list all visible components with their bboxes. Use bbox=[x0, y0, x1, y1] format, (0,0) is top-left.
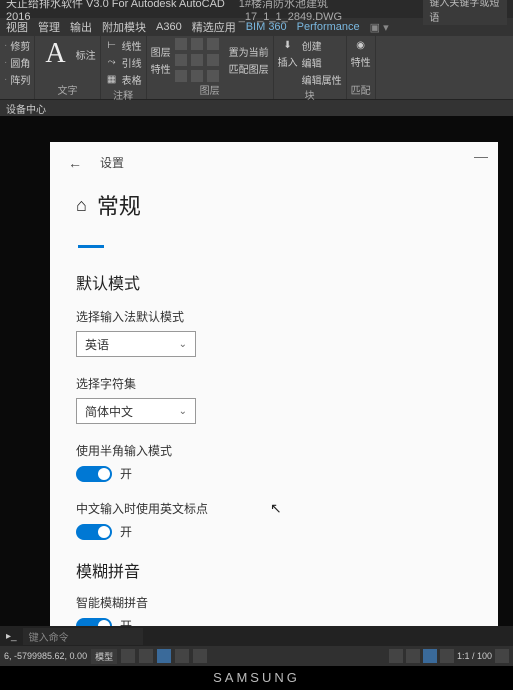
smart-fuzzy-toggle[interactable] bbox=[76, 618, 112, 627]
set-current-button[interactable]: 置为当前 bbox=[229, 44, 269, 59]
default-mode-label: 选择输入法默认模式 bbox=[76, 308, 472, 325]
fillet-button[interactable]: ·圆角 bbox=[4, 55, 30, 70]
minimize-icon[interactable]: — bbox=[474, 148, 488, 164]
section-fuzzy-pinyin: 模糊拼音 bbox=[76, 558, 472, 582]
props-button[interactable]: 特性 bbox=[151, 61, 171, 76]
array-button[interactable]: ·阵列 bbox=[4, 72, 30, 87]
gear-icon[interactable] bbox=[495, 649, 509, 663]
properties-icon[interactable]: ◉ bbox=[354, 38, 368, 52]
menu-bim360[interactable]: BIM 360 bbox=[246, 21, 287, 33]
edit-button[interactable]: 编辑 bbox=[302, 55, 342, 70]
back-button[interactable]: ← bbox=[68, 155, 82, 171]
ribbon-props-group: ◉ 特性 匹配 bbox=[347, 36, 376, 99]
menu-featured[interactable]: 精选应用 bbox=[192, 19, 236, 35]
command-prompt-icon: ▸_ bbox=[6, 631, 17, 642]
match-layer-button[interactable]: 匹配图层 bbox=[229, 61, 269, 76]
menu-addins[interactable]: 附加模块 bbox=[102, 19, 146, 35]
status-bar: ▸_ 键入命令 6, -5799985.62, 0.00 模型 1:1 / 10… bbox=[0, 626, 513, 666]
title-underline bbox=[78, 245, 104, 248]
chevron-down-icon: ⌄ bbox=[179, 406, 187, 417]
settings-panel: — ← 设置 ⌂ 常规 默认模式 选择输入法默认模式 英语 ⌄ 选择字符集 简体… bbox=[50, 142, 498, 626]
status-icon[interactable] bbox=[406, 649, 420, 663]
polar-toggle-icon[interactable] bbox=[175, 649, 189, 663]
status-icon[interactable] bbox=[440, 649, 454, 663]
device-center-label[interactable]: 设备中心 bbox=[6, 101, 46, 116]
smart-fuzzy-label: 智能模糊拼音 bbox=[76, 594, 472, 611]
ribbon: ·修剪 ·圆角 ·阵列 A 标注 文字 ⊢线性 ⤳引线 ▦表格 注释 图层 特性 bbox=[0, 36, 513, 100]
dimension-button[interactable]: 标注 bbox=[76, 47, 96, 62]
zoom-readout[interactable]: 1:1 / 100 bbox=[457, 651, 492, 661]
menu-a360[interactable]: A360 bbox=[156, 21, 182, 33]
menu-more-icon[interactable]: ▣ ▾ bbox=[370, 21, 389, 34]
coordinates-readout: 6, -5799985.62, 0.00 bbox=[4, 651, 87, 661]
menu-view[interactable]: 视图 bbox=[6, 19, 28, 35]
command-input[interactable]: 键入命令 bbox=[23, 628, 143, 645]
menu-manage[interactable]: 管理 bbox=[38, 19, 60, 35]
ribbon-modify-group: ·修剪 ·圆角 ·阵列 bbox=[0, 36, 35, 99]
layer-button[interactable]: 图层 bbox=[151, 44, 171, 59]
model-tab[interactable]: 模型 bbox=[91, 649, 117, 664]
search-hint[interactable]: 键入关键字或短语 bbox=[423, 0, 507, 25]
smart-fuzzy-state: 开 bbox=[120, 617, 132, 626]
secondary-toolbar: 设备中心 bbox=[0, 100, 513, 116]
linear-button[interactable]: ⊢线性 bbox=[105, 38, 142, 53]
halfwidth-label: 使用半角输入模式 bbox=[76, 442, 472, 459]
monitor-brand: SAMSUNG bbox=[0, 666, 513, 690]
layer-swatches[interactable] bbox=[175, 38, 225, 82]
default-mode-select[interactable]: 英语 ⌄ bbox=[76, 331, 196, 357]
ribbon-annotate-group: ⊢线性 ⤳引线 ▦表格 注释 bbox=[101, 36, 147, 99]
title-bar: 天正给排水软件 V3.0 For Autodesk AutoCAD 2016 1… bbox=[0, 0, 513, 18]
halfwidth-state: 开 bbox=[120, 465, 132, 482]
english-punct-toggle[interactable] bbox=[76, 524, 112, 540]
grid-toggle-icon[interactable] bbox=[121, 649, 135, 663]
home-icon: ⌂ bbox=[76, 195, 87, 216]
table-button[interactable]: ▦表格 bbox=[105, 72, 142, 87]
leader-button[interactable]: ⤳引线 bbox=[105, 55, 142, 70]
ortho-toggle-icon[interactable] bbox=[157, 649, 171, 663]
text-icon[interactable]: A bbox=[39, 38, 71, 70]
create-button[interactable]: 创建 bbox=[302, 38, 342, 53]
insert-icon[interactable]: ⬇ bbox=[281, 38, 295, 52]
menu-output[interactable]: 输出 bbox=[70, 19, 92, 35]
ribbon-layer-group: 图层 特性 置为当前 匹配图层 图层 bbox=[147, 36, 274, 99]
charset-label: 选择字符集 bbox=[76, 375, 472, 392]
halfwidth-toggle[interactable] bbox=[76, 466, 112, 482]
status-icon[interactable] bbox=[389, 649, 403, 663]
page-title: ⌂ 常规 bbox=[76, 189, 472, 221]
cursor-icon: ↖ bbox=[270, 500, 282, 517]
breadcrumb-settings[interactable]: 设置 bbox=[100, 154, 124, 171]
trim-button[interactable]: ·修剪 bbox=[4, 38, 30, 53]
chevron-down-icon: ⌄ bbox=[179, 339, 187, 350]
text-group-label: 文字 bbox=[57, 82, 77, 97]
charset-select[interactable]: 简体中文 ⌄ bbox=[76, 398, 196, 424]
edit-attr-button[interactable]: 编辑属性 bbox=[302, 72, 342, 87]
menu-performance[interactable]: Performance bbox=[297, 21, 360, 33]
english-punct-state: 开 bbox=[120, 523, 132, 540]
osnap-toggle-icon[interactable] bbox=[193, 649, 207, 663]
ribbon-text-group: A 标注 文字 bbox=[35, 36, 100, 99]
section-default-mode: 默认模式 bbox=[76, 270, 472, 294]
status-icon[interactable] bbox=[423, 649, 437, 663]
ribbon-block-group: ⬇ 插入 创建 编辑 编辑属性 块 bbox=[274, 36, 347, 99]
snap-toggle-icon[interactable] bbox=[139, 649, 153, 663]
